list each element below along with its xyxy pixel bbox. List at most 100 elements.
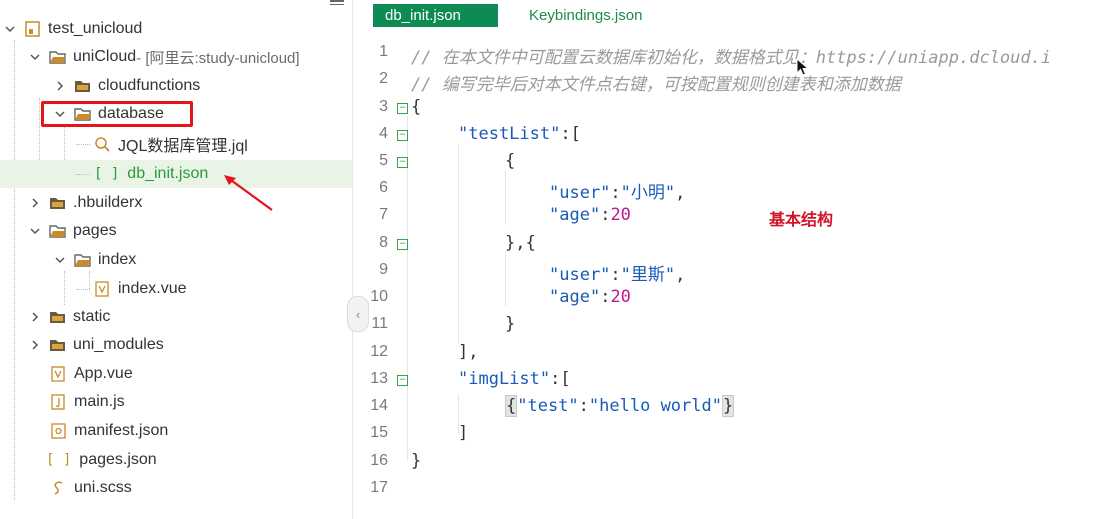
tree-item-pages-json[interactable]: [ ] pages.json: [0, 446, 352, 474]
tree-item-uni-modules[interactable]: uni_modules: [0, 331, 352, 359]
line-number: 10: [370, 288, 388, 305]
tree-item-label: pages: [73, 222, 117, 239]
fold-toggle[interactable]: −: [397, 157, 408, 168]
tree-item-pages[interactable]: pages: [0, 217, 352, 245]
json-punct: :: [600, 205, 611, 225]
code-editor[interactable]: 1 2 3 4 5 6 7 8 9 10 11 12 13 14 15 16 1…: [353, 40, 1116, 519]
indent-guide: [505, 251, 506, 306]
tree-item-label: JQL数据库管理.jql: [118, 138, 248, 155]
line-number: 11: [371, 315, 388, 332]
bracket-match: }: [721, 395, 735, 417]
project-icon: [24, 21, 42, 37]
tree-item-label: uni.scss: [74, 479, 132, 496]
code-line-8: },{: [505, 233, 536, 253]
json-key: "age": [549, 205, 601, 225]
bracket-match: {: [505, 395, 518, 417]
tree-item-manifest-json[interactable]: manifest.json: [0, 417, 352, 445]
tree-item-label: .hbuilderx: [73, 194, 143, 211]
tree-item-label: App.vue: [74, 365, 133, 382]
tree-item-main-js[interactable]: main.js: [0, 388, 352, 416]
tree-item-label: index: [98, 251, 137, 268]
fold-toggle[interactable]: −: [397, 103, 408, 114]
line-number: 14: [370, 397, 388, 414]
json-punct: :: [600, 287, 611, 307]
tree-item-hbuilderx[interactable]: .hbuilderx: [0, 189, 352, 217]
tree-item-cloudfunctions[interactable]: cloudfunctions: [0, 72, 352, 100]
tree-item-label: index.vue: [118, 280, 187, 297]
tree-item-uni-scss[interactable]: uni.scss: [0, 474, 352, 502]
fold-toggle[interactable]: −: [397, 130, 408, 141]
line-number: 8: [379, 234, 388, 251]
folder-icon: [49, 195, 67, 211]
tree-item-jql-file[interactable]: JQL数据库管理.jql: [0, 130, 352, 158]
chevron-right-icon[interactable]: [27, 309, 43, 325]
json-key: "user": [549, 265, 611, 285]
tree-item-label: manifest.json: [74, 422, 169, 439]
json-punct: :[: [550, 369, 571, 389]
tree-item-label: pages.json: [79, 451, 157, 468]
json-string: "hello world": [588, 396, 722, 416]
chevron-right-icon[interactable]: [52, 78, 68, 94]
tree-item-label: test_unicloud: [48, 20, 143, 37]
editor-tabs: db_init.json Keybindings.json: [353, 0, 1116, 34]
tree-item-index-folder[interactable]: index: [0, 246, 352, 274]
chevron-right-icon[interactable]: [27, 195, 43, 211]
json-number: 20: [610, 205, 631, 225]
chevron-down-icon[interactable]: [52, 252, 68, 268]
code-line-11: }: [505, 314, 516, 334]
tree-item-index-vue[interactable]: index.vue: [0, 275, 352, 303]
chevron-down-icon[interactable]: [2, 21, 18, 37]
code-line-2: // 编写完毕后对本文件点右键，可按配置规则创建表和添加数据: [411, 75, 901, 95]
jql-file-icon: [94, 136, 112, 152]
json-number: 20: [610, 287, 631, 307]
tree-item-label: main.js: [74, 393, 125, 410]
tree-item-app-vue[interactable]: App.vue: [0, 360, 352, 388]
json-key: "testList": [458, 124, 561, 144]
json-punct: :: [578, 396, 589, 416]
json-string: "小明": [620, 183, 676, 203]
line-number: 9: [379, 261, 388, 278]
chevron-down-icon[interactable]: [27, 223, 43, 239]
menu-icon[interactable]: [330, 0, 344, 6]
code-line-10: "age":20: [549, 287, 631, 307]
code-line-9: "user":"里斯",: [549, 260, 685, 285]
tree-item-static[interactable]: static: [0, 303, 352, 331]
json-punct: :: [610, 183, 621, 203]
annotation-label: 基本结构: [769, 212, 834, 229]
line-number: 6: [379, 179, 388, 196]
json-punct: :[: [560, 124, 581, 144]
chevron-right-icon[interactable]: [27, 337, 43, 353]
tree-item-unicloud[interactable]: uniCloud - [阿里云:study-unicloud]: [0, 43, 352, 71]
tree-item-db-init-json[interactable]: [ ] db_init.json: [0, 160, 352, 188]
line-number: 2: [379, 70, 388, 87]
code-line-3: {: [411, 97, 422, 117]
code-line-12: ],: [458, 342, 479, 362]
code-line-14: {"test":"hello world"}: [505, 395, 735, 417]
line-number: 16: [370, 452, 388, 469]
settings-file-icon: [50, 423, 68, 439]
fold-toggle[interactable]: −: [397, 375, 408, 386]
json-punct: :: [610, 265, 621, 285]
code-line-6: "user":"小明",: [549, 178, 685, 203]
tab-keybindings-json[interactable]: Keybindings.json: [529, 4, 642, 27]
json-punct: ,: [675, 183, 686, 203]
cloud-provider-label: - [阿里云:study-unicloud]: [136, 49, 300, 67]
tree-item-label: db_init.json: [127, 165, 209, 182]
line-number: 1: [379, 43, 388, 60]
chevron-down-icon[interactable]: [27, 49, 43, 65]
json-key: "test": [517, 396, 579, 416]
line-number: 4: [379, 125, 388, 142]
tree-item-label: uni_modules: [73, 336, 164, 353]
folder-icon: [49, 337, 67, 353]
fold-toggle[interactable]: −: [397, 239, 408, 250]
js-file-icon: [50, 394, 68, 410]
line-number: 17: [370, 479, 388, 496]
json-string: "里斯": [620, 265, 676, 285]
tab-db-init-json[interactable]: db_init.json: [373, 4, 498, 27]
json-key: "imgList": [458, 369, 551, 389]
json-file-icon: [ ]: [94, 166, 120, 182]
folder-icon: [74, 78, 92, 94]
mouse-cursor-icon: [796, 58, 810, 76]
tree-item-project[interactable]: test_unicloud: [0, 15, 352, 43]
json-file-icon: [ ]: [46, 452, 72, 468]
